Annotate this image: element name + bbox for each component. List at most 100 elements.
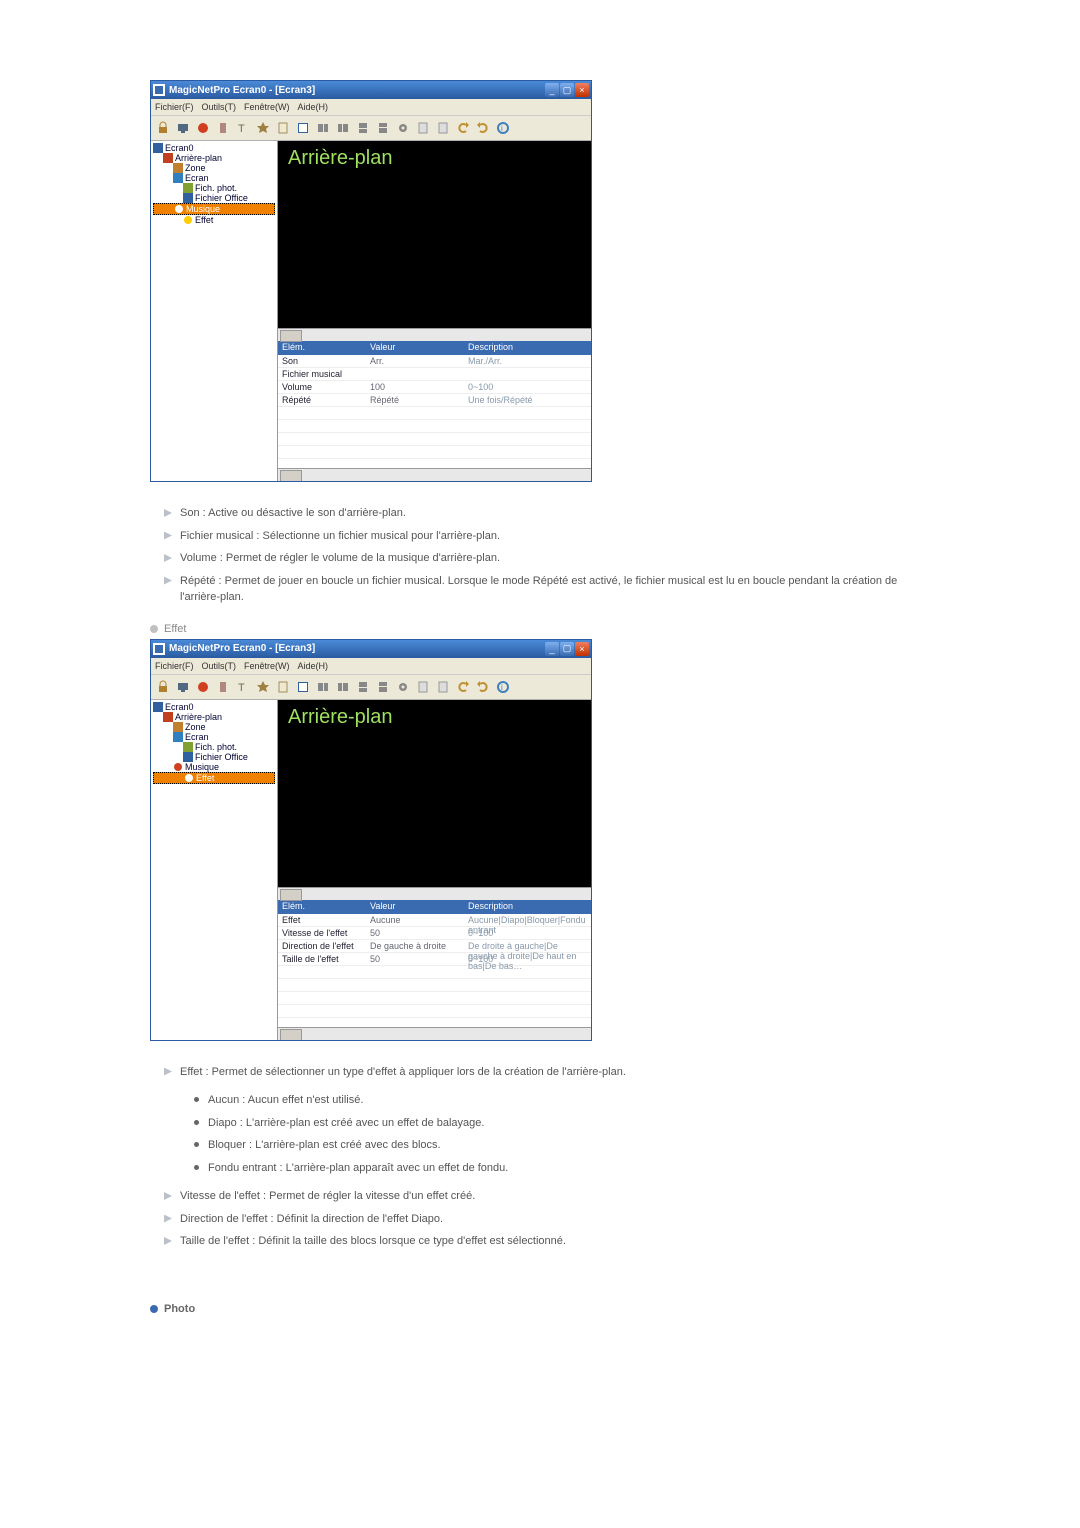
doc-item: Effet : Permet de sélectionner un type d… [164,1061,930,1084]
maximize-button[interactable]: ▢ [560,83,574,97]
property-panel: Elém. Valeur Description SonArr.Mar./Arr… [278,341,591,481]
tree-zone[interactable]: Zone [153,163,275,173]
tree-zone[interactable]: Zone [153,722,275,732]
section-photo: Photo [150,1303,930,1315]
prop-row[interactable]: Fichier musical [278,368,591,381]
prop-row[interactable]: Vitesse de l'effet500~100 [278,927,591,940]
svg-text:T: T [238,682,245,694]
tool-undo-icon[interactable] [454,119,472,137]
doc-subitem: Aucun : Aucun effet n'est utilisé. [194,1089,930,1112]
doc-item: Taille de l'effet : Définit la taille de… [164,1230,930,1253]
prop-row[interactable]: Volume1000~100 [278,381,591,394]
window-title: MagicNetPro Ecran0 - [Ecran3] [169,643,545,654]
tool-redo-icon[interactable] [474,678,492,696]
tool-info-icon[interactable]: i [494,119,512,137]
tool-undo-icon[interactable] [454,678,472,696]
tool-align3-icon[interactable] [354,119,372,137]
tool-globe-icon[interactable] [194,119,212,137]
prop-row[interactable]: EffetAucuneAucune|Diapo|Bloquer|Fondu en… [278,914,591,927]
menu-help[interactable]: Aide(H) [298,102,329,112]
canvas-hscroll[interactable] [278,887,591,900]
tree-bg[interactable]: Arrière-plan [153,153,275,163]
menu-window[interactable]: Fenêtre(W) [244,661,290,671]
tool-page-icon[interactable] [274,678,292,696]
tool-align4-icon[interactable] [374,119,392,137]
tool-star-icon[interactable] [254,119,272,137]
tool-lock-icon[interactable] [154,119,172,137]
tool-monitor-icon[interactable] [174,119,192,137]
tool-info-icon[interactable]: i [494,678,512,696]
menu-file[interactable]: Fichier(F) [155,102,194,112]
tool-lock-icon[interactable] [154,678,172,696]
tree-bg[interactable]: Arrière-plan [153,712,275,722]
canvas-title: Arrière-plan [278,141,591,176]
tree-office[interactable]: Fichier Office [153,193,275,203]
tree-ecran[interactable]: Ecran [153,173,275,183]
tool-doc1-icon[interactable] [414,678,432,696]
doc-list-effet: Effet : Permet de sélectionner un type d… [164,1061,930,1084]
tool-align3-icon[interactable] [354,678,372,696]
tool-gear-icon[interactable] [394,678,412,696]
prop-header-value: Valeur [366,341,464,355]
minimize-button[interactable]: _ [545,83,559,97]
prop-row[interactable]: Direction de l'effetDe gauche à droiteDe… [278,940,591,953]
tool-align1-icon[interactable] [314,678,332,696]
tool-page-icon[interactable] [274,119,292,137]
maximize-button[interactable]: ▢ [560,642,574,656]
tool-doc1-icon[interactable] [414,119,432,137]
titlebar[interactable]: MagicNetPro Ecran0 - [Ecran3] _ ▢ × [151,640,591,658]
tree-office[interactable]: Fichier Office [153,752,275,762]
tool-text-icon[interactable]: T [234,119,252,137]
tool-star-icon[interactable] [254,678,272,696]
doc-sublist-effet: Aucun : Aucun effet n'est utilisé. Diapo… [194,1089,930,1179]
tool-sheet-icon[interactable] [294,678,312,696]
canvas-title: Arrière-plan [278,700,591,735]
tool-doc2-icon[interactable] [434,119,452,137]
prop-header-desc: Description [464,900,591,914]
tree-effet[interactable]: Effet [153,215,275,225]
prop-header-name: Elém. [278,341,366,355]
prop-row[interactable]: RépétéRépétéUne fois/Répété [278,394,591,407]
menubar: Fichier(F) Outils(T) Fenêtre(W) Aide(H) [151,658,591,675]
tree-effet[interactable]: Effet [153,772,275,784]
menu-help[interactable]: Aide(H) [298,661,329,671]
tree-musique[interactable]: Musique [153,762,275,772]
bullet-icon [150,625,158,633]
tool-align2-icon[interactable] [334,119,352,137]
menu-file[interactable]: Fichier(F) [155,661,194,671]
titlebar[interactable]: MagicNetPro Ecran0 - [Ecran3] _ ▢ × [151,81,591,99]
doc-list-effet-2: Vitesse de l'effet : Permet de régler la… [164,1185,930,1253]
tool-gear-icon[interactable] [394,119,412,137]
prop-hscroll[interactable] [278,1027,591,1040]
close-button[interactable]: × [575,83,589,97]
tool-note-icon[interactable] [214,678,232,696]
tree-root[interactable]: Ecran0 [153,143,275,153]
prop-row[interactable]: Taille de l'effet500~100 [278,953,591,966]
prop-row[interactable]: SonArr.Mar./Arr. [278,355,591,368]
tree-root[interactable]: Ecran0 [153,702,275,712]
tree-musique[interactable]: Musique [153,203,275,215]
tool-note-icon[interactable] [214,119,232,137]
canvas-hscroll[interactable] [278,328,591,341]
tool-align2-icon[interactable] [334,678,352,696]
tool-align4-icon[interactable] [374,678,392,696]
tool-text-icon[interactable]: T [234,678,252,696]
tool-redo-icon[interactable] [474,119,492,137]
tool-align1-icon[interactable] [314,119,332,137]
menu-tools[interactable]: Outils(T) [202,661,237,671]
doc-item: Volume : Permet de régler le volume de l… [164,547,930,570]
prop-hscroll[interactable] [278,468,591,481]
minimize-button[interactable]: _ [545,642,559,656]
svg-text:i: i [501,124,503,133]
tree-ecran[interactable]: Ecran [153,732,275,742]
close-button[interactable]: × [575,642,589,656]
tool-sheet-icon[interactable] [294,119,312,137]
tree-panel: Ecran0 Arrière-plan Zone Ecran Fich. pho… [151,141,278,481]
tool-globe-icon[interactable] [194,678,212,696]
tree-fichphot[interactable]: Fich. phot. [153,183,275,193]
tool-doc2-icon[interactable] [434,678,452,696]
tool-monitor-icon[interactable] [174,678,192,696]
menu-window[interactable]: Fenêtre(W) [244,102,290,112]
tree-fichphot[interactable]: Fich. phot. [153,742,275,752]
menu-tools[interactable]: Outils(T) [202,102,237,112]
